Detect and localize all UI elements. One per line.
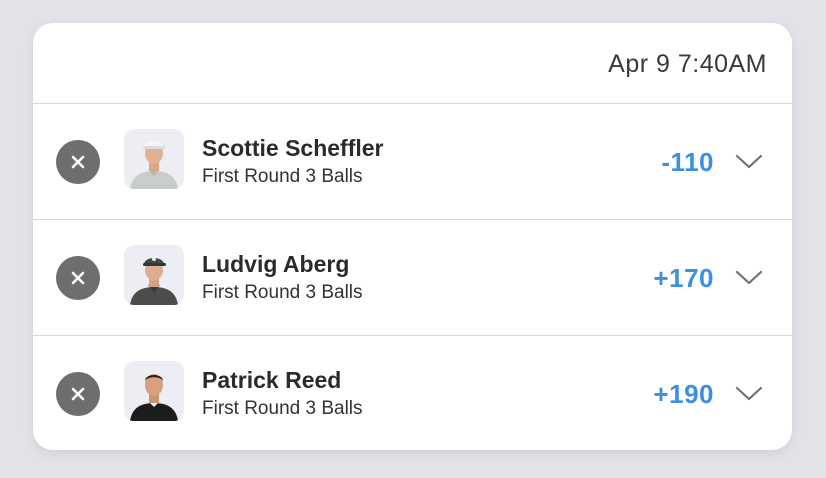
market-label: First Round 3 Balls [202,282,363,303]
odds-value[interactable]: +170 [653,263,714,294]
player-name: Scottie Scheffler [202,135,384,161]
player-avatar [124,129,184,189]
odds-value[interactable]: -110 [661,147,714,178]
event-timestamp: Apr 9 7:40AM [608,50,767,78]
chevron-down-icon[interactable] [734,383,764,403]
remove-selection-button[interactable] [56,256,100,300]
chevron-down-icon[interactable] [734,151,764,171]
player-name: Patrick Reed [202,367,342,393]
selection-row: Patrick Reed First Round 3 Balls +190 [33,336,792,450]
close-icon [71,155,85,169]
bet-slip-card: Apr 9 7:40AM Scottie Scheffler First Rou… [33,23,792,450]
close-icon [71,271,85,285]
player-avatar [124,361,184,421]
selection-row: Ludvig Aberg First Round 3 Balls +170 [33,220,792,336]
remove-selection-button[interactable] [56,140,100,184]
odds-value[interactable]: +190 [653,379,714,410]
player-avatar [124,245,184,305]
chevron-down-icon[interactable] [734,267,764,287]
close-icon [71,387,85,401]
market-label: First Round 3 Balls [202,166,363,187]
bet-slip-header: Apr 9 7:40AM [33,23,792,104]
remove-selection-button[interactable] [56,372,100,416]
selection-row: Scottie Scheffler First Round 3 Balls -1… [33,104,792,220]
player-name: Ludvig Aberg [202,251,350,277]
market-label: First Round 3 Balls [202,398,363,419]
